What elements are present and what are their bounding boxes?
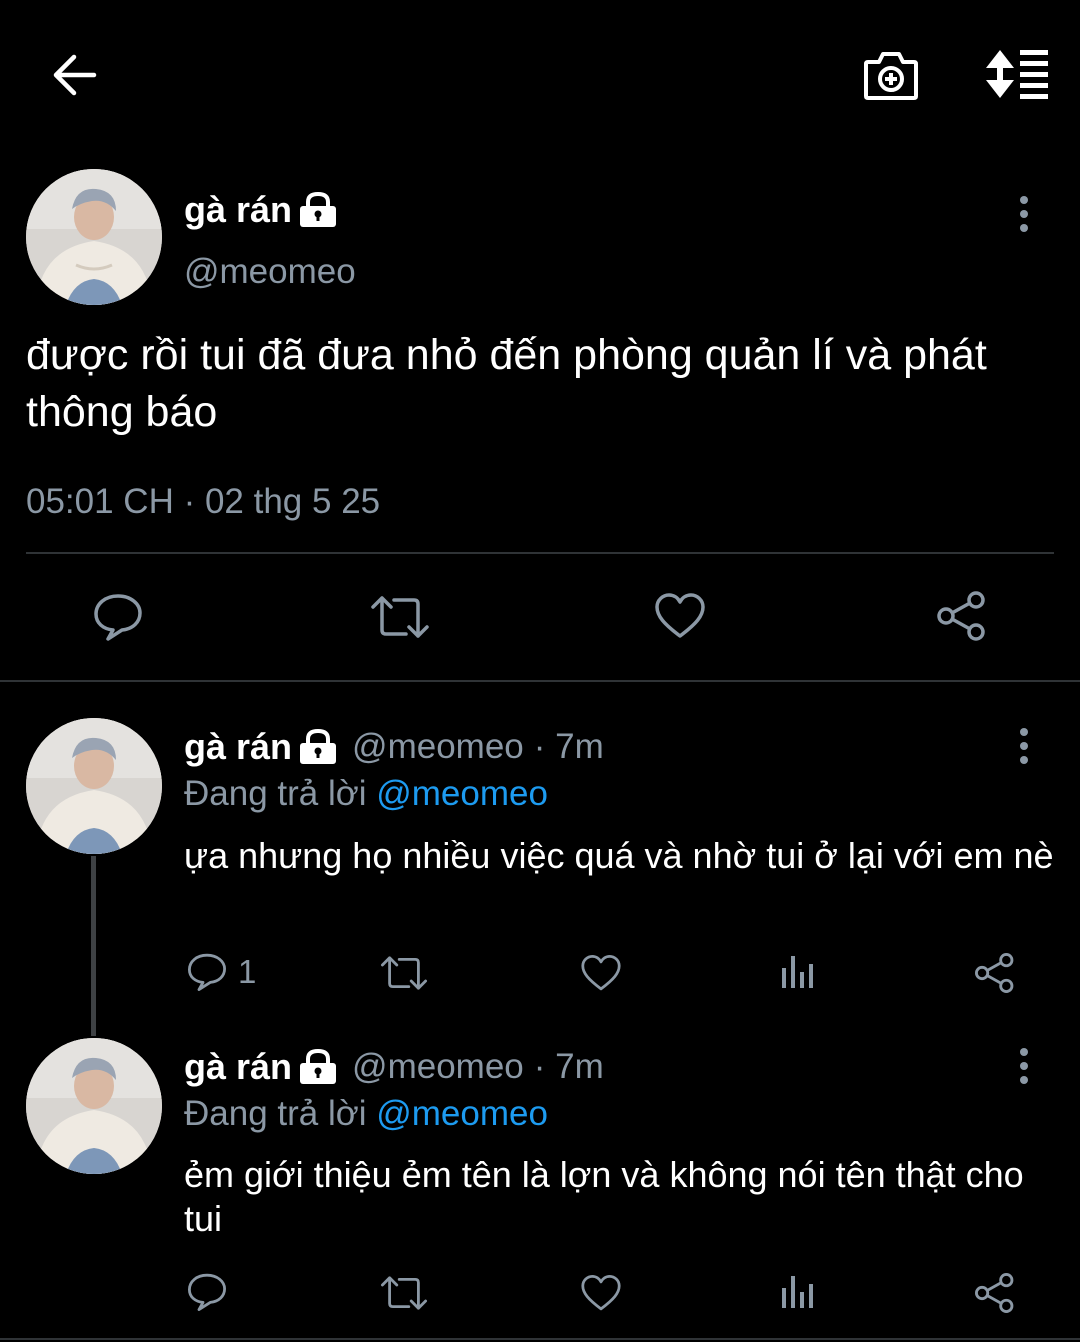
bottom-divider: [0, 1338, 1080, 1340]
handle[interactable]: @meomeo: [184, 252, 356, 292]
camera-add-button[interactable]: [862, 48, 920, 102]
retweet-icon: [381, 1276, 427, 1310]
reply-bubble-icon: [187, 1273, 226, 1311]
reply-header: gà rán @meomeo · 7m: [184, 722, 604, 772]
retweet-button[interactable]: [380, 954, 428, 992]
arrow-left-icon: [53, 54, 97, 96]
avatar[interactable]: [26, 1038, 162, 1174]
share-icon: [937, 591, 985, 641]
reply-bubble-icon: [94, 594, 142, 641]
heart-icon: [655, 593, 705, 638]
replying-to-link[interactable]: @meomeo: [376, 774, 548, 813]
sort-replies-button[interactable]: [984, 48, 1050, 100]
reply-time: · 7m: [533, 1047, 604, 1086]
like-button[interactable]: [580, 954, 622, 992]
reply-time: · 7m: [533, 727, 604, 766]
reply-button[interactable]: [186, 1272, 228, 1312]
reply-button[interactable]: 1: [186, 952, 256, 992]
display-name[interactable]: gà rán: [184, 726, 292, 768]
display-name[interactable]: gà rán: [184, 189, 292, 231]
reply-count: 1: [238, 953, 257, 990]
avatar[interactable]: [26, 169, 162, 305]
lock-icon: [298, 729, 338, 765]
replying-to-link[interactable]: @meomeo: [376, 1094, 548, 1133]
lock-icon: [298, 192, 338, 228]
like-button[interactable]: [654, 592, 706, 640]
avatar-photo: [26, 718, 162, 854]
analytics-button[interactable]: [780, 954, 816, 990]
replying-to-prefix: Đang trả lời: [184, 1094, 367, 1133]
handle[interactable]: @meomeo: [352, 1047, 524, 1087]
more-options-button[interactable]: [1014, 728, 1034, 764]
back-button[interactable]: [50, 52, 98, 98]
reply-text: ẻm giới thiệu ẻm tên là lợn và không nói…: [184, 1154, 1024, 1239]
share-icon: [975, 953, 1014, 993]
share-button[interactable]: [936, 590, 988, 642]
replying-to-line: Đang trả lời @meomeo: [184, 774, 548, 814]
avatar-photo: [26, 1038, 162, 1174]
reply-bubble-icon: [187, 953, 226, 991]
retweet-icon: [371, 596, 429, 638]
avatar[interactable]: [26, 718, 162, 854]
share-button[interactable]: [974, 952, 1016, 994]
retweet-button[interactable]: [370, 594, 430, 640]
analytics-icon: [782, 956, 813, 988]
handle[interactable]: @meomeo: [352, 727, 524, 767]
more-vertical-icon: [1020, 728, 1028, 764]
main-author-name-row: gà rán: [184, 185, 338, 235]
like-button[interactable]: [580, 1274, 622, 1312]
reply-header: gà rán @meomeo · 7m: [184, 1042, 604, 1092]
lock-icon: [298, 1049, 338, 1085]
avatar-photo: [26, 169, 162, 305]
display-name[interactable]: gà rán: [184, 1046, 292, 1088]
camera-add-icon: [864, 52, 918, 100]
more-options-button[interactable]: [1014, 196, 1034, 232]
tweet-text: được rồi tui đã đưa nhỏ đến phòng quản l…: [26, 331, 987, 436]
analytics-button[interactable]: [780, 1274, 816, 1310]
divider: [26, 552, 1054, 554]
more-vertical-icon: [1020, 1048, 1028, 1084]
heart-icon: [581, 1274, 621, 1311]
tweet-timestamp[interactable]: 05:01 CH · 02 thg 5 25: [26, 482, 380, 522]
replying-to-line: Đang trả lời @meomeo: [184, 1094, 548, 1134]
more-options-button[interactable]: [1014, 1048, 1034, 1084]
share-icon: [975, 1273, 1014, 1313]
retweet-button[interactable]: [380, 1274, 428, 1312]
replying-to-prefix: Đang trả lời: [184, 774, 367, 813]
section-divider: [0, 680, 1080, 682]
share-button[interactable]: [974, 1272, 1016, 1314]
reply-text: ựa nhưng họ nhiều việc quá và nhờ tui ở …: [184, 835, 1054, 876]
sort-thread-icon: [986, 50, 1048, 99]
retweet-icon: [381, 956, 427, 990]
reply-button[interactable]: [92, 592, 144, 642]
more-vertical-icon: [1020, 196, 1028, 232]
analytics-icon: [782, 1276, 813, 1308]
thread-connector-line: [91, 856, 96, 1036]
heart-icon: [581, 954, 621, 991]
